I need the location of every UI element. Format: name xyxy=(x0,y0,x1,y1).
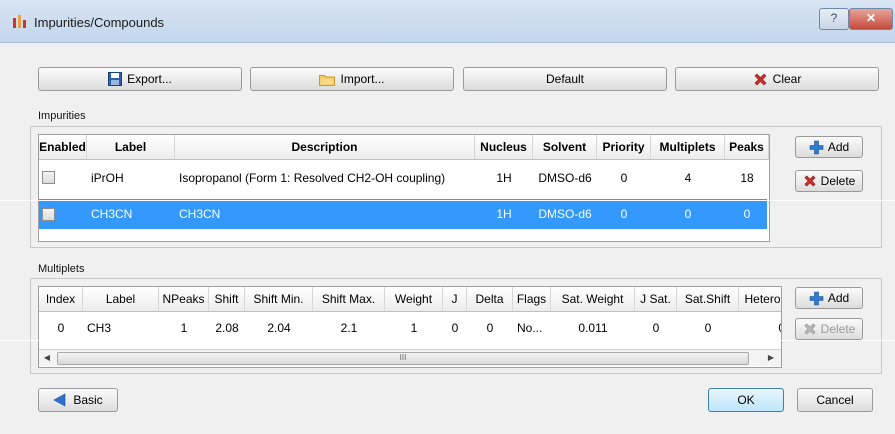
impurity-multiplets: 4 xyxy=(684,171,692,185)
scroll-thumb[interactable]: III xyxy=(57,352,749,365)
clear-x-icon xyxy=(754,73,767,85)
impurity-priority: 0 xyxy=(620,171,628,185)
plus-icon xyxy=(809,140,824,154)
delete-x-icon xyxy=(804,323,816,335)
export-label: Export... xyxy=(127,72,172,86)
col-header-shift-max[interactable]: Shift Max. xyxy=(313,287,385,312)
delete-impurity-button[interactable]: Delete xyxy=(795,170,863,192)
clear-label: Clear xyxy=(772,72,802,86)
impurity-priority: 0 xyxy=(620,207,628,221)
impurity-description: Isopropanol (Form 1: Resolved CH2-OH cou… xyxy=(179,171,446,185)
impurity-label: iPrOH xyxy=(91,171,124,185)
impurity-solvent: DMSO-d6 xyxy=(538,171,592,185)
impurity-nucleus: 1H xyxy=(496,207,512,221)
export-button[interactable]: Export... xyxy=(38,67,242,91)
delete-label: Delete xyxy=(820,174,856,188)
col-header-delta[interactable]: Delta xyxy=(467,287,513,312)
multiplet-j-sat: 0 xyxy=(652,321,660,335)
cancel-button[interactable]: Cancel xyxy=(797,388,873,412)
default-label: Default xyxy=(545,72,585,86)
import-button[interactable]: Import... xyxy=(250,67,454,91)
impurity-multiplets: 0 xyxy=(684,207,692,221)
multiplet-sat-shift: 0 xyxy=(704,321,712,335)
enabled-checkbox[interactable] xyxy=(42,208,55,221)
scroll-left-arrow-icon[interactable]: ◀ xyxy=(39,350,55,366)
col-header-nucleus[interactable]: Nucleus xyxy=(475,135,533,160)
title-bar[interactable]: Impurities/Compounds ? ✕ xyxy=(0,0,895,43)
multiplet-weight: 1 xyxy=(410,321,418,335)
col-header-description[interactable]: Description xyxy=(175,135,475,160)
folder-icon xyxy=(319,74,336,86)
impurity-peaks: 0 xyxy=(743,207,751,221)
impurity-nucleus: 1H xyxy=(496,171,512,185)
col-header-shift[interactable]: Shift xyxy=(209,287,245,312)
col-header-priority[interactable]: Priority xyxy=(597,135,651,160)
impurity-description: CH3CN xyxy=(179,207,221,221)
multiplet-shift: 2.08 xyxy=(215,321,239,335)
delete-x-icon xyxy=(804,175,816,187)
add-label: Add xyxy=(827,140,850,154)
divider xyxy=(0,340,895,341)
multiplet-index: 0 xyxy=(57,321,65,335)
col-header-peaks[interactable]: Peaks xyxy=(725,135,769,160)
cancel-label: Cancel xyxy=(816,393,854,407)
multiplet-j: 0 xyxy=(451,321,459,335)
impurities-table: Enabled Label Description Nucleus Solven… xyxy=(38,134,770,242)
col-header-shift-min[interactable]: Shift Min. xyxy=(245,287,313,312)
help-button[interactable]: ? xyxy=(819,8,849,30)
scroll-right-arrow-icon[interactable]: ▶ xyxy=(763,350,779,366)
multiplet-flags: No... xyxy=(517,321,543,335)
col-header-hetero[interactable]: Hetero xyxy=(739,287,781,312)
save-icon xyxy=(108,72,123,86)
multiplet-shift-max: 2.1 xyxy=(340,321,358,335)
back-arrow-icon xyxy=(53,393,66,407)
col-header-sat-shift[interactable]: Sat.Shift xyxy=(677,287,739,312)
col-header-j[interactable]: J xyxy=(443,287,467,312)
app-icon xyxy=(13,15,26,28)
horizontal-scrollbar[interactable]: ◀ III ▶ xyxy=(39,349,781,366)
add-multiplet-button[interactable]: Add xyxy=(795,287,863,309)
enabled-checkbox[interactable] xyxy=(42,171,55,184)
col-header-solvent[interactable]: Solvent xyxy=(533,135,597,160)
multiplet-hetero: 0 xyxy=(739,313,781,343)
basic-label: Basic xyxy=(73,393,103,407)
col-header-j-sat[interactable]: J Sat. xyxy=(635,287,677,312)
multiplet-npeaks: 1 xyxy=(180,321,188,335)
close-button[interactable]: ✕ xyxy=(849,8,893,30)
delete-multiplet-button[interactable]: Delete xyxy=(795,318,863,340)
multiplet-sat-weight: 0.011 xyxy=(578,321,608,335)
import-label: Import... xyxy=(340,72,385,86)
window-title: Impurities/Compounds xyxy=(34,15,165,30)
col-header-flags[interactable]: Flags xyxy=(513,287,551,312)
ok-button[interactable]: OK xyxy=(708,388,784,412)
col-header-enabled[interactable]: Enabled xyxy=(39,135,87,160)
divider xyxy=(0,200,895,201)
multiplets-group-label: Multiplets xyxy=(38,263,85,275)
col-header-sat-weight[interactable]: Sat. Weight xyxy=(551,287,635,312)
col-header-label[interactable]: Label xyxy=(87,135,175,160)
impurities-group-label: Impurities xyxy=(38,110,86,122)
plus-icon xyxy=(809,291,824,305)
ok-label: OK xyxy=(737,393,755,407)
col-header-index[interactable]: Index xyxy=(39,287,83,312)
col-header-npeaks[interactable]: NPeaks xyxy=(159,287,209,312)
delete-label: Delete xyxy=(820,322,856,336)
col-header-multiplets[interactable]: Multiplets xyxy=(651,135,725,160)
impurities-dialog: Impurities/Compounds ? ✕ Export... Impor… xyxy=(0,0,895,434)
col-header-weight[interactable]: Weight xyxy=(385,287,443,312)
add-label: Add xyxy=(827,291,850,305)
add-impurity-button[interactable]: Add xyxy=(795,136,863,158)
col-header-label[interactable]: Label xyxy=(83,287,159,312)
multiplet-label: CH3 xyxy=(87,321,112,335)
impurity-label: CH3CN xyxy=(91,207,133,221)
multiplets-table: Index Label NPeaks Shift Shift Min. Shif… xyxy=(38,286,782,368)
multiplet-delta: 0 xyxy=(486,321,494,335)
basic-button[interactable]: Basic xyxy=(38,388,118,412)
impurity-solvent: DMSO-d6 xyxy=(538,207,592,221)
clear-button[interactable]: Clear xyxy=(675,67,879,91)
impurity-peaks: 18 xyxy=(740,171,754,185)
multiplet-shift-min: 2.04 xyxy=(267,321,291,335)
default-button[interactable]: Default xyxy=(463,67,667,91)
